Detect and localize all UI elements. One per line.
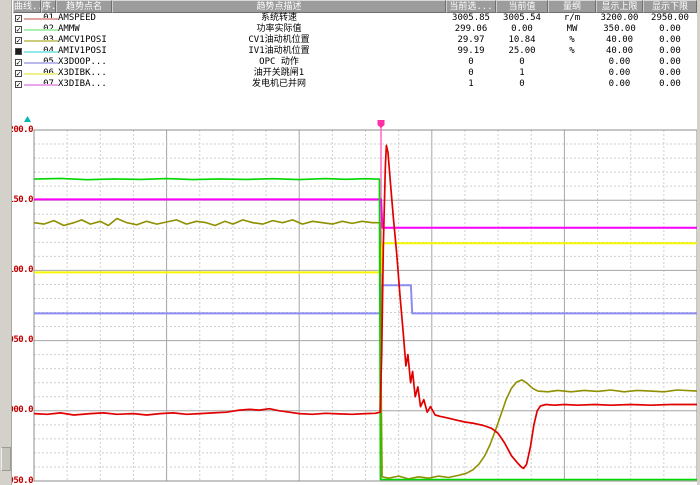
cursor-marker-icon[interactable] xyxy=(378,120,385,128)
axis-marker-icon xyxy=(24,116,31,122)
window-left-border xyxy=(0,0,12,485)
trend-plot xyxy=(0,0,700,485)
trend-chart: 3200.03150.03100.03050.03000.02950.0 xyxy=(0,0,700,485)
left-scrollbar-thumb[interactable] xyxy=(1,447,11,471)
